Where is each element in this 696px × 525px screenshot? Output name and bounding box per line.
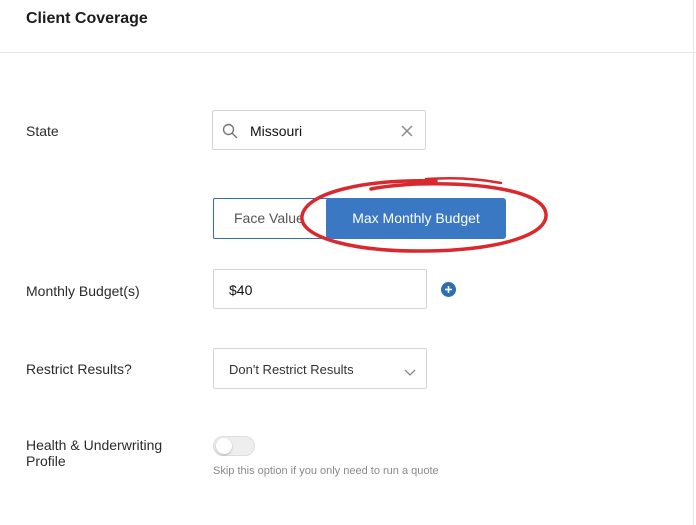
add-budget-icon[interactable] [441, 282, 456, 297]
search-icon [222, 123, 238, 144]
health-profile-label: Health & Underwriting Profile [26, 437, 163, 469]
state-search-field[interactable]: Missouri [212, 110, 426, 150]
state-label: State [26, 123, 59, 139]
health-profile-toggle[interactable] [213, 436, 255, 456]
monthly-budget-field[interactable]: $40 [213, 269, 427, 309]
toggle-knob [216, 438, 232, 454]
panel-title: Client Coverage [26, 10, 148, 27]
restrict-results-value: Don't Restrict Results [229, 362, 354, 377]
state-value: Missouri [250, 123, 303, 139]
red-annotation-circle [300, 176, 548, 253]
chevron-down-icon [404, 364, 416, 382]
restrict-results-label: Restrict Results? [26, 361, 132, 377]
restrict-results-select[interactable]: Don't Restrict Results [213, 348, 427, 389]
clear-icon[interactable] [401, 124, 413, 142]
monthly-budget-label: Monthly Budget(s) [26, 283, 140, 299]
health-profile-help-text: Skip this option if you only need to run… [213, 465, 439, 477]
header-divider [0, 52, 696, 53]
monthly-budget-value: $40 [229, 282, 253, 298]
panel-edge [693, 0, 694, 525]
